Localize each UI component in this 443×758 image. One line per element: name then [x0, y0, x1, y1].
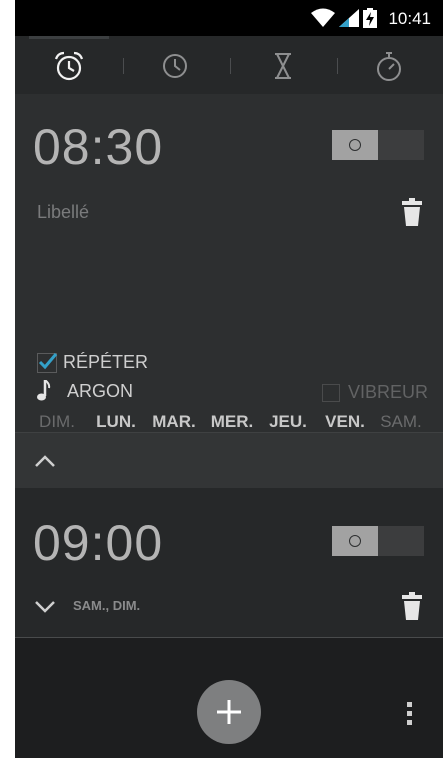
status-time: 10:41 [388, 9, 431, 28]
vibrate-checkbox[interactable] [322, 383, 340, 402]
overflow-menu-button[interactable] [401, 700, 417, 728]
tab-bar [15, 36, 443, 94]
alarm-time[interactable]: 08:30 [33, 118, 163, 176]
alarm-card-collapsed[interactable]: 09:00 SAM., DIM. [15, 488, 443, 638]
tab-separator [337, 58, 338, 74]
trash-icon[interactable] [402, 198, 422, 226]
tab-separator [123, 58, 124, 74]
toggle-knob [332, 130, 378, 160]
tab-clock[interactable] [153, 44, 197, 88]
alarm-app-screen: 10:41 08:30 Libellé RÉPÉTER DIM. LUN. MA… [15, 0, 443, 758]
music-note-icon [37, 380, 51, 401]
vibrate-row[interactable]: VIBREUR [322, 382, 428, 403]
chevron-up-icon [35, 455, 55, 467]
clock-icon [163, 54, 187, 78]
tab-alarm[interactable] [47, 44, 91, 88]
hourglass-icon [275, 53, 291, 79]
ringtone-row[interactable]: ARGON [37, 380, 133, 402]
alarm-toggle[interactable] [332, 526, 424, 556]
alarm-time[interactable]: 09:00 [33, 514, 163, 572]
signal-icon [339, 9, 359, 27]
label-field[interactable]: Libellé [37, 202, 89, 223]
plus-icon [217, 700, 241, 724]
collapse-button[interactable] [15, 432, 443, 489]
tab-separator [230, 58, 231, 74]
ringtone-label: ARGON [67, 380, 134, 401]
tab-timer[interactable] [261, 44, 305, 88]
add-alarm-button[interactable] [197, 680, 261, 744]
tab-stopwatch[interactable] [367, 44, 411, 88]
alarm-clock-icon [54, 51, 84, 81]
wifi-icon [311, 8, 335, 27]
battery-charging-icon [363, 8, 377, 28]
alarm-card-expanded[interactable]: 08:30 Libellé RÉPÉTER DIM. LUN. MAR. MER… [15, 94, 443, 489]
alarm-schedule: SAM., DIM. [73, 598, 141, 613]
stopwatch-icon [377, 52, 401, 81]
alarm-toggle[interactable] [332, 130, 424, 160]
toggle-knob [332, 526, 378, 556]
repeat-label: RÉPÉTER [63, 352, 149, 372]
tab-indicator [29, 36, 109, 39]
vibrate-label: VIBREUR [348, 382, 429, 402]
chevron-down-icon[interactable] [33, 598, 57, 614]
status-bar: 10:41 [15, 0, 443, 36]
divider [15, 637, 443, 638]
trash-icon[interactable] [402, 592, 422, 620]
repeat-checkbox[interactable] [37, 352, 58, 373]
checkmark-icon [38, 352, 58, 369]
repeat-row[interactable]: RÉPÉTER [37, 352, 148, 373]
